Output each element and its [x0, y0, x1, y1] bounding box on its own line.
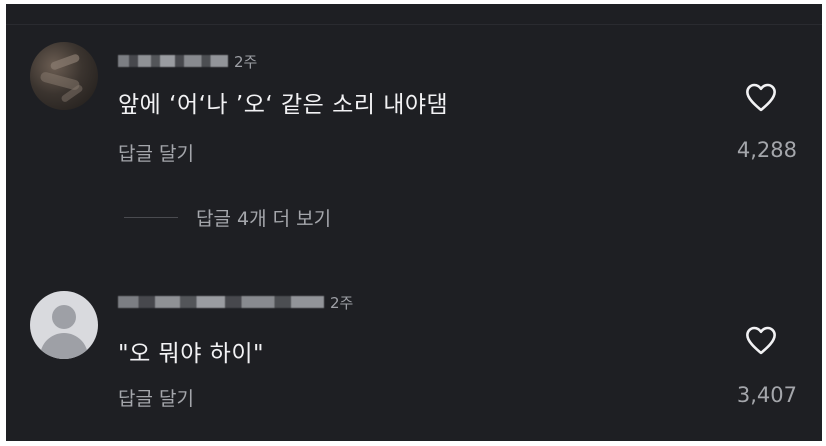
comment-text: 앞에 ‘어‘나 ’오‘ 같은 소리 내야댐: [118, 92, 449, 118]
redacted-username: [118, 55, 228, 67]
profile-avatar[interactable]: [30, 42, 98, 110]
heart-outline-icon[interactable]: [744, 82, 778, 112]
like-count: 4,288: [736, 138, 797, 162]
comment-age: 2주: [330, 293, 354, 312]
default-avatar-icon[interactable]: [30, 291, 98, 359]
reply-button[interactable]: 답글 달기: [118, 139, 194, 166]
redacted-username: [118, 296, 324, 308]
like-count: 3,407: [736, 383, 797, 407]
comments-panel: 2주 앞에 ‘어‘나 ’오‘ 같은 소리 내야댐 답글 달기 4,288 답글 …: [6, 4, 822, 441]
comment-username[interactable]: 2주: [118, 292, 353, 312]
view-more-replies-button[interactable]: 답글 4개 더 보기: [124, 204, 331, 230]
heart-outline-icon[interactable]: [744, 325, 778, 355]
comment-age: 2주: [234, 52, 258, 71]
divider-line: [124, 216, 178, 218]
reply-button[interactable]: 답글 달기: [118, 384, 194, 411]
view-more-replies-label: 답글 4개 더 보기: [196, 207, 332, 230]
divider: [6, 24, 822, 25]
comment-text: "오 뭐야 하이": [118, 341, 265, 367]
comment-username[interactable]: 2주: [118, 51, 257, 71]
